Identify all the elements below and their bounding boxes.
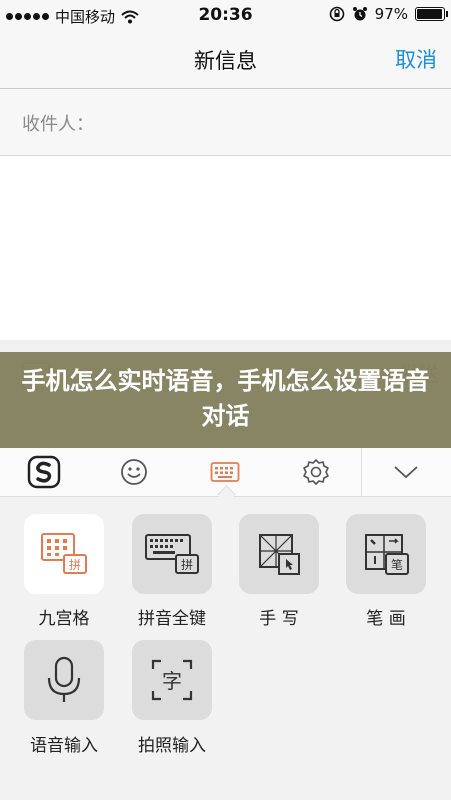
tile-badge: 拼 [69,558,81,572]
emoji-icon[interactable] [114,454,154,490]
battery-icon [415,7,448,21]
page-title: 新信息 [194,49,257,73]
mode-label-handwriting: 手 写 [259,609,299,629]
recipient-label: 收件人： [22,114,94,135]
mode-label-full-keyboard: 拼音全键 [138,609,206,629]
article-title-banner: 手机怎么实时语音，手机怎么设置语音对话 [0,352,451,448]
recipient-row: 收件人： [0,89,451,156]
tile-badge: 字 [162,669,182,693]
battery-fill [417,9,442,19]
mode-label-stroke: 笔 画 [366,609,406,629]
cancel-button[interactable]: 取消 [395,44,437,74]
status-right: 97% [329,5,448,23]
handwriting-icon[interactable] [239,514,319,594]
mode-label-voice: 语音输入 [30,736,98,756]
rotation-lock-icon [329,6,344,22]
keyboard-icon[interactable] [205,454,245,490]
recipient-input[interactable] [100,105,434,141]
sogou-logo-icon[interactable] [24,454,64,490]
stroke-input-icon[interactable]: 笔 [346,514,426,594]
toolbar-divider [361,448,362,496]
battery-percent: 97% [374,5,408,23]
message-list-area [0,156,451,356]
camera-text-icon[interactable]: 字 [132,640,212,720]
banner-title: 手机怎么实时语音，手机怎么设置语音对话 [21,367,430,430]
collapse-down-icon[interactable] [386,454,426,490]
nine-grid-keyboard-icon[interactable]: 拼 [24,514,104,594]
status-bar: 中国移动 20:36 97% [0,0,451,30]
input-method-panel: 拼 九宫格 拼 拼音全键 手 写 笔 笔 画 语音输入 字 拍照输入 [0,497,451,800]
full-keyboard-icon[interactable]: 拼 [132,514,212,594]
navigation-bar: 新信息 取消 [0,30,451,89]
mode-label-nine-grid: 九宫格 [38,609,90,629]
tile-badge: 笔 [391,557,403,572]
alarm-icon [352,7,367,21]
microphone-icon[interactable] [24,640,104,720]
settings-gear-icon[interactable] [296,454,336,490]
tile-badge: 拼 [181,558,193,572]
mode-label-camera: 拍照输入 [138,736,206,756]
